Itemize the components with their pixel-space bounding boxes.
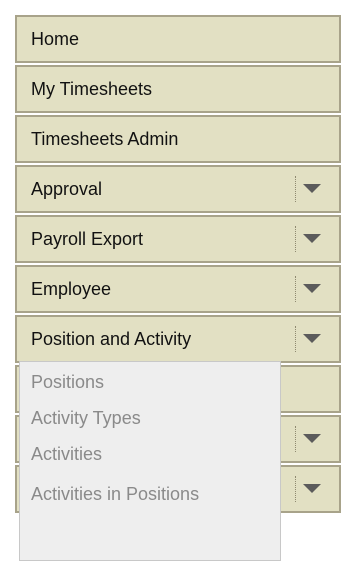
menu-item-label: My Timesheets: [31, 79, 153, 99]
dropdown-divider: [295, 276, 296, 302]
position-activity-submenu: Positions Activity Types Activities Acti…: [19, 361, 281, 561]
menu-item-label: Home: [31, 29, 80, 49]
dropdown-divider: [295, 176, 296, 202]
menu-item-timesheets-admin[interactable]: Timesheets Admin: [15, 115, 341, 163]
dropdown-divider: [295, 326, 296, 352]
menu-item-position-and-activity[interactable]: Position and Activity: [15, 315, 341, 363]
submenu-item-positions[interactable]: Positions: [31, 372, 104, 393]
menu-item-label: Employee: [31, 279, 112, 299]
submenu-item-activity-types[interactable]: Activity Types: [31, 408, 141, 429]
menu-item-my-timesheets[interactable]: My Timesheets: [15, 65, 341, 113]
menu-item-home[interactable]: Home: [15, 15, 341, 63]
menu-item-label: Timesheets Admin: [31, 129, 179, 149]
menu-item-employee[interactable]: Employee: [15, 265, 341, 313]
menu-item-label: Approval: [31, 179, 103, 199]
chevron-down-icon[interactable]: [303, 234, 321, 243]
dropdown-divider: [295, 226, 296, 252]
chevron-down-icon[interactable]: [303, 284, 321, 293]
menu-item-approval[interactable]: Approval: [15, 165, 341, 213]
submenu-item-activities-in-positions[interactable]: Activities in Positions: [31, 484, 199, 505]
chevron-down-icon[interactable]: [303, 334, 321, 343]
menu-item-payroll-export[interactable]: Payroll Export: [15, 215, 341, 263]
submenu-item-activities[interactable]: Activities: [31, 444, 102, 465]
chevron-down-icon[interactable]: [303, 434, 321, 443]
dropdown-divider: [295, 426, 296, 452]
menu-item-label: Payroll Export: [31, 229, 144, 249]
menu-item-label: Position and Activity: [31, 329, 192, 349]
chevron-down-icon[interactable]: [303, 184, 321, 193]
chevron-down-icon[interactable]: [303, 484, 321, 493]
dropdown-divider: [295, 476, 296, 502]
